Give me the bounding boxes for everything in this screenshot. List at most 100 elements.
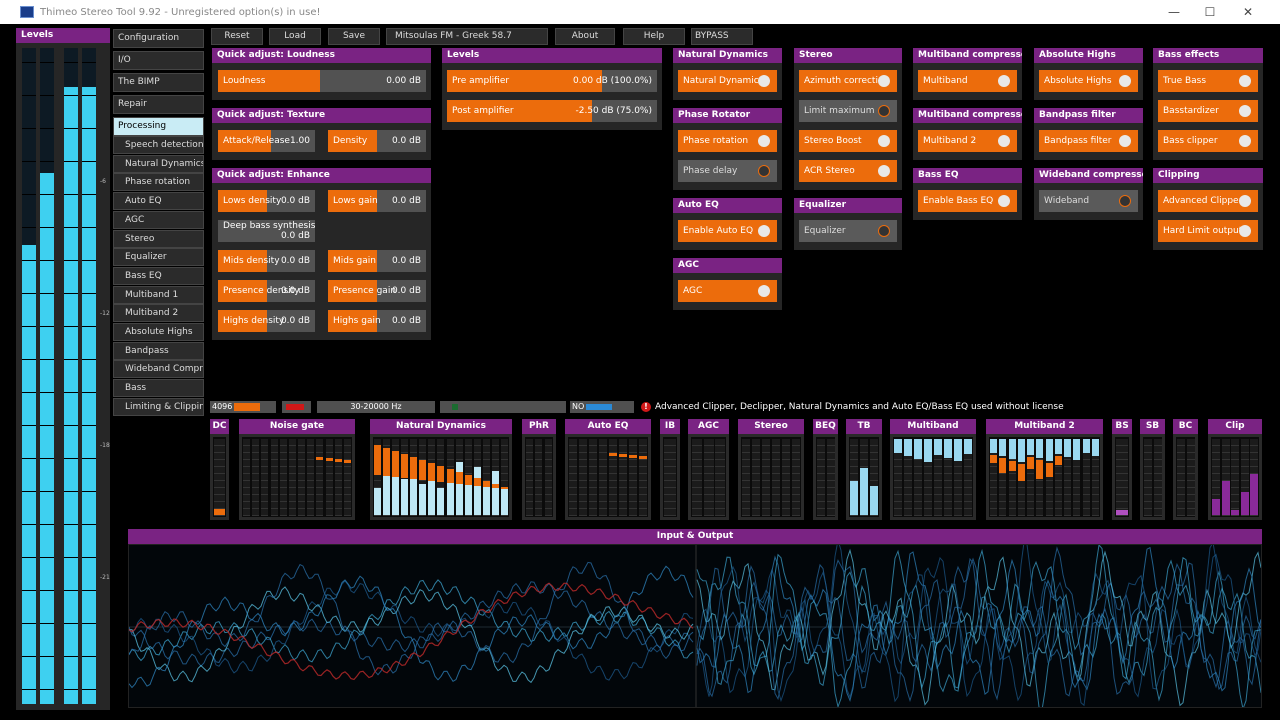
about-button[interactable]: About xyxy=(555,28,615,45)
nav-item-absolute-highs[interactable]: Absolute Highs xyxy=(113,323,204,341)
nav-item-bass-eq[interactable]: Bass EQ xyxy=(113,266,204,285)
io-scope xyxy=(128,544,1262,708)
meter-gridline xyxy=(1212,494,1220,495)
toggle-enable-bass-eq[interactable]: Enable Bass EQ xyxy=(918,190,1017,212)
toggle-hard-limit-output[interactable]: Hard Limit output xyxy=(1158,220,1258,242)
meter-gridline xyxy=(934,494,942,495)
bypass-button[interactable]: BYPASS xyxy=(691,28,753,45)
toggle-absolute-highs[interactable]: Absolute Highs xyxy=(1039,70,1138,92)
meter-gridline xyxy=(934,473,942,474)
toggle-bass-clipper[interactable]: Bass clipper xyxy=(1158,130,1258,152)
highs-density-slider[interactable]: Highs density 0.0 dB xyxy=(218,310,315,332)
meter-gridline xyxy=(827,487,835,488)
toggle-phase-delay[interactable]: Phase delay xyxy=(678,160,777,182)
load-button[interactable]: Load xyxy=(269,28,321,45)
meter-segment-gap xyxy=(22,62,36,63)
signal-led xyxy=(452,404,458,410)
attack-release-slider[interactable]: Attack/Release 1.00 xyxy=(218,130,315,152)
toggle-phase-rotation[interactable]: Phase rotation xyxy=(678,130,777,152)
highs-gain-slider[interactable]: Highs gain 0.0 dB xyxy=(328,310,426,332)
meter-column xyxy=(1064,439,1071,516)
nav-item-repair[interactable]: Repair xyxy=(113,95,204,114)
mids-gain-slider[interactable]: Mids gain 0.0 dB xyxy=(328,250,426,272)
nav-item-natural-dynamics[interactable]: Natural Dynamics xyxy=(113,154,204,173)
nav-item-multiband-2[interactable]: Multiband 2 xyxy=(113,304,204,323)
maximize-icon[interactable]: ☐ xyxy=(1192,0,1228,24)
nav-item-i-o[interactable]: I/O xyxy=(113,51,204,70)
toggle-enable-auto-eq[interactable]: Enable Auto EQ xyxy=(678,220,777,242)
nav-item-equalizer[interactable]: Equalizer xyxy=(113,248,204,267)
meter-gridline xyxy=(870,459,878,460)
nav-item-bass[interactable]: Bass xyxy=(113,379,204,398)
toggle-advanced-clipper[interactable]: Advanced Clipper xyxy=(1158,190,1258,212)
module-agc: AGC AGC xyxy=(673,258,782,310)
meter-gridline xyxy=(243,452,250,453)
toggle-stereo-boost[interactable]: Stereo Boost xyxy=(799,130,897,152)
pre-amplifier-slider[interactable]: Pre amplifier 0.00 dB (100.0%) xyxy=(447,70,657,92)
meter-gridline xyxy=(535,459,542,460)
nav-item-bandpass[interactable]: Bandpass xyxy=(113,341,204,360)
presence-density-slider[interactable]: Presence density 0.0 dB xyxy=(218,280,315,302)
toggle-agc[interactable]: AGC xyxy=(678,280,777,302)
meter-gridline xyxy=(954,473,962,474)
nav-item-limiting-clipping[interactable]: Limiting & Clipping xyxy=(113,397,204,416)
no-meter-fill xyxy=(586,404,612,410)
toggle-true-bass[interactable]: True Bass xyxy=(1158,70,1258,92)
toggle-azimuth-correction[interactable]: Azimuth correction xyxy=(799,70,897,92)
gain-reduction-bar xyxy=(990,439,997,453)
nav-item-speech-detection[interactable]: Speech detection xyxy=(113,136,204,154)
meter-segment-gap xyxy=(64,359,78,360)
save-button[interactable]: Save xyxy=(328,28,380,45)
loudness-slider[interactable]: Loudness 0.00 dB xyxy=(218,70,426,92)
dynamics-bar xyxy=(474,467,481,515)
preset-selector[interactable]: Mitsoulas FM - Greek 58.7 xyxy=(386,28,548,45)
meter-gridline xyxy=(545,508,552,509)
toggle-multiband[interactable]: Multiband xyxy=(918,70,1017,92)
toggle-multiband-2[interactable]: Multiband 2 xyxy=(918,130,1017,152)
nav-item-wideband-compr[interactable]: Wideband Compr. xyxy=(113,360,204,379)
meter-gridline xyxy=(474,459,481,460)
meter-segment-gap xyxy=(64,95,78,96)
nav-item-auto-eq[interactable]: Auto EQ xyxy=(113,192,204,211)
meter-gridline xyxy=(999,501,1006,502)
density-slider[interactable]: Density 0.0 dB xyxy=(328,130,426,152)
meter-title: DC xyxy=(210,419,229,434)
no-indicator: NO xyxy=(570,401,634,413)
help-button[interactable]: Help xyxy=(623,28,685,45)
toggle-acr-stereo[interactable]: ACR Stereo xyxy=(799,160,897,182)
toggle-wideband[interactable]: Wideband xyxy=(1039,190,1138,212)
meter-gridline xyxy=(526,508,533,509)
meter-column xyxy=(447,439,454,516)
meter-gridline xyxy=(1144,480,1152,481)
toggle-natural-dynamics[interactable]: Natural Dynamics xyxy=(678,70,777,92)
meter-gridline xyxy=(762,501,770,502)
lows-gain-slider[interactable]: Lows gain 0.0 dB xyxy=(328,190,426,212)
presence-gain-slider[interactable]: Presence gain 0.0 dB xyxy=(328,280,426,302)
nav-item-phase-rotation[interactable]: Phase rotation xyxy=(113,173,204,192)
post-amplifier-slider[interactable]: Post amplifier -2.50 dB (75.0%) xyxy=(447,100,657,122)
meter-gridline xyxy=(344,508,351,509)
meter-gridline xyxy=(1009,473,1016,474)
nav-item-agc[interactable]: AGC xyxy=(113,210,204,229)
nav-item-processing[interactable]: Processing xyxy=(113,117,204,136)
toggle-basstardizer[interactable]: Basstardizer xyxy=(1158,100,1258,122)
meter-gridline xyxy=(934,487,942,488)
lows-density-slider[interactable]: Lows density 0.0 dB xyxy=(218,190,315,212)
nav-item-the-bimp[interactable]: The BIMP xyxy=(113,73,204,92)
meter-gridline xyxy=(526,487,533,488)
mids-density-slider[interactable]: Mids density 0.0 dB xyxy=(218,250,315,272)
deep-bass-slider[interactable]: Deep bass synthesis 0.0 dB xyxy=(218,220,315,242)
nav-item-multiband-1[interactable]: Multiband 1 xyxy=(113,285,204,304)
meter-segment-gap xyxy=(40,590,54,591)
minimize-icon[interactable]: — xyxy=(1156,0,1192,24)
reset-button[interactable]: Reset xyxy=(211,28,263,45)
meter-gridline xyxy=(1241,459,1249,460)
toggle-limit-maximum[interactable]: Limit maximum xyxy=(799,100,897,122)
toggle-bandpass-filter[interactable]: Bandpass filter xyxy=(1039,130,1138,152)
meter-gridline xyxy=(589,452,597,453)
nav-item-stereo[interactable]: Stereo xyxy=(113,229,204,248)
nav-item-configuration[interactable]: Configuration xyxy=(113,29,204,48)
meter-area xyxy=(1211,437,1259,517)
close-icon[interactable]: ✕ xyxy=(1230,0,1266,24)
toggle-equalizer[interactable]: Equalizer xyxy=(799,220,897,242)
